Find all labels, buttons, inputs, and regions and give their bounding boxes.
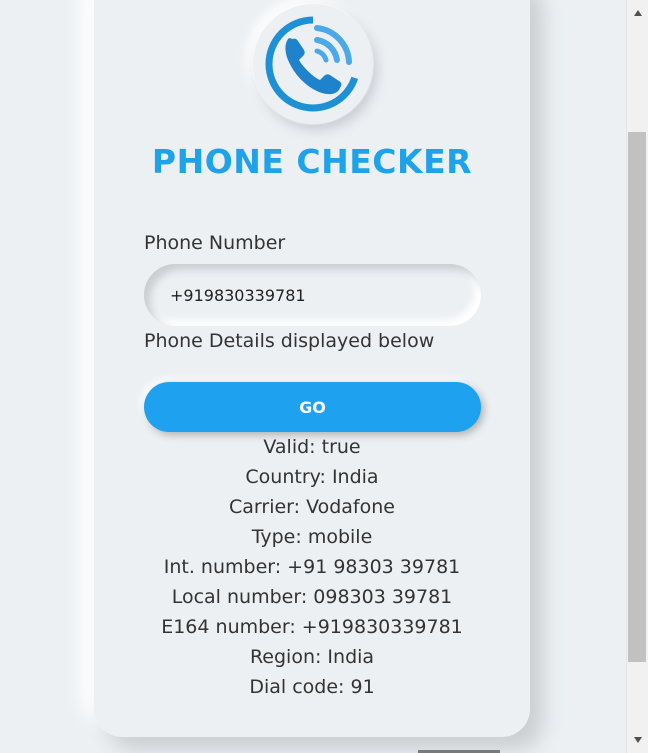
result-local-number: Local number: 098303 39781 xyxy=(171,586,453,608)
result-carrier: Carrier: Vodafone xyxy=(229,496,395,518)
page-viewport: PHONE CHECKER Phone Number Phone Details… xyxy=(0,0,626,753)
result-country: Country: India xyxy=(245,466,379,488)
triangle-down-icon[interactable] xyxy=(627,729,648,751)
result-int-number: Int. number: +91 98303 39781 xyxy=(163,556,461,578)
go-button[interactable]: GO xyxy=(144,382,481,432)
phone-number-label: Phone Number xyxy=(144,232,286,254)
results-list: Valid: true Country: India Carrier: Voda… xyxy=(94,434,530,704)
details-caption: Phone Details displayed below xyxy=(144,330,435,352)
app-title: PHONE CHECKER xyxy=(151,142,473,181)
result-e164-number: E164 number: +919830339781 xyxy=(161,616,463,638)
result-dial-code: Dial code: 91 xyxy=(249,676,375,698)
logo-badge xyxy=(253,4,373,124)
result-type: Type: mobile xyxy=(251,526,373,548)
result-region: Region: India xyxy=(249,646,375,668)
phone-input-wrapper xyxy=(144,264,481,326)
triangle-up-icon[interactable] xyxy=(627,2,648,24)
vertical-scrollbar[interactable] xyxy=(626,0,648,753)
result-valid: Valid: true xyxy=(263,436,361,458)
phone-number-input[interactable] xyxy=(144,264,470,326)
scrollbar-thumb[interactable] xyxy=(628,132,646,662)
phone-call-icon xyxy=(265,15,362,112)
